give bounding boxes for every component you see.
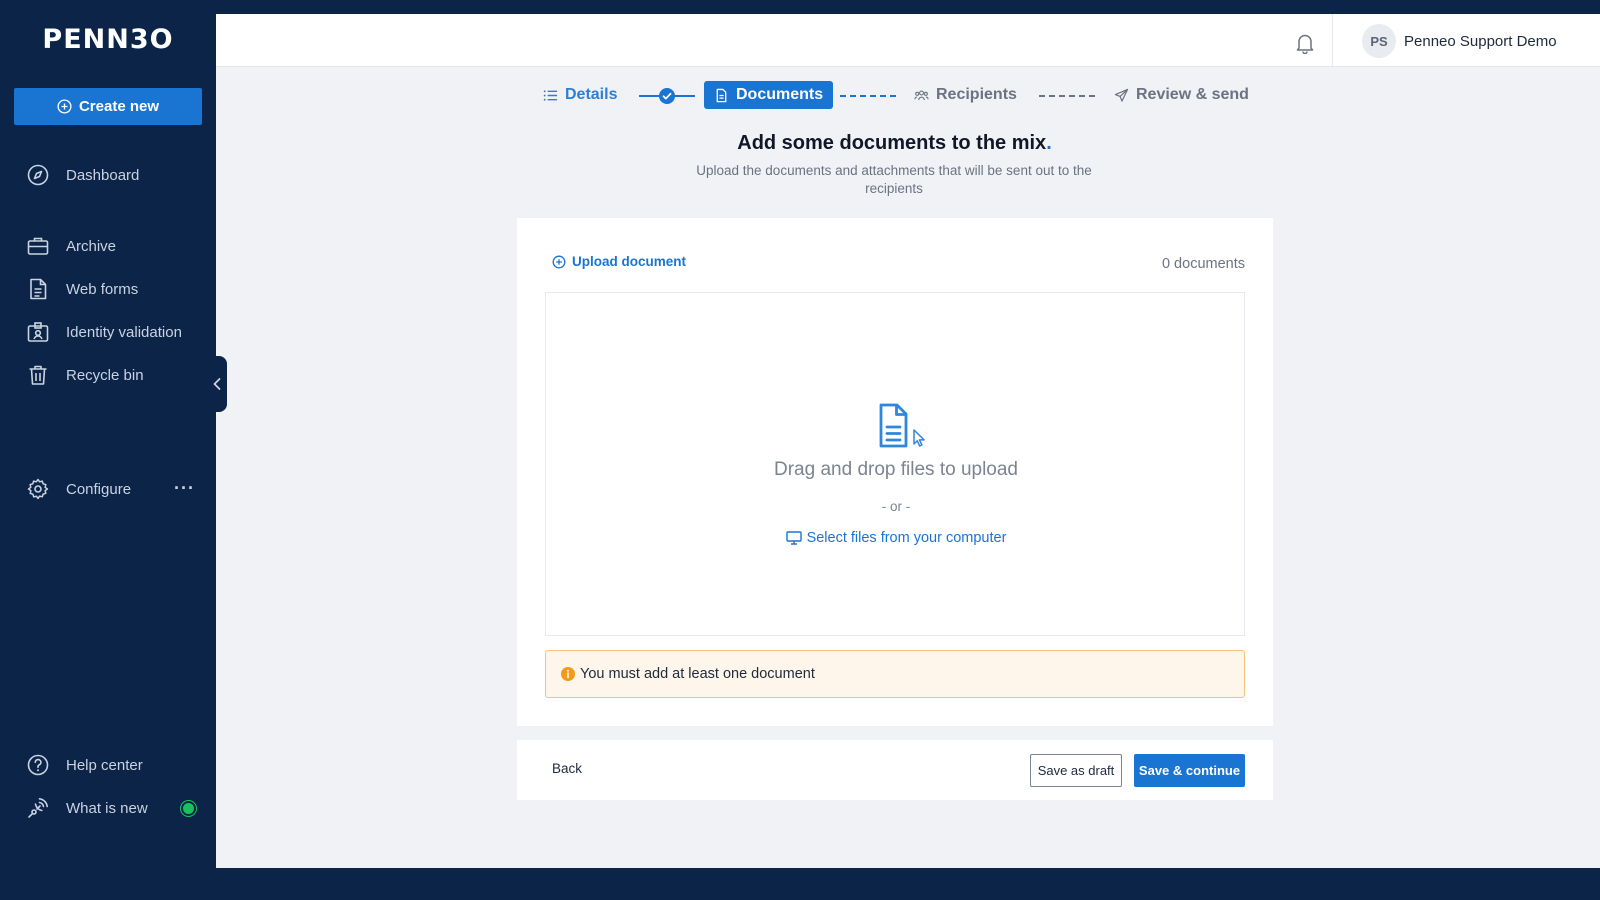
bell-icon[interactable] xyxy=(1295,32,1315,54)
avatar[interactable]: PS xyxy=(1362,24,1396,58)
document-icon xyxy=(30,278,47,300)
sidebar-item-configure[interactable]: Configure xyxy=(26,474,131,504)
step-label: Documents xyxy=(736,86,824,103)
page-title-text: Add some documents to the mix xyxy=(737,132,1047,154)
sidebar-item-archive[interactable]: Archive xyxy=(26,231,116,261)
sidebar-item-label: Archive xyxy=(66,237,117,255)
id-badge-icon xyxy=(27,322,49,342)
stepper: Details Documents Recipients Review & se… xyxy=(216,81,1600,111)
step-connector-pending xyxy=(1039,95,1095,97)
topbar-divider xyxy=(1332,14,1333,67)
select-files-label: Select files from your computer xyxy=(806,530,1007,546)
file-upload-icon xyxy=(879,403,925,448)
step-details[interactable]: Details xyxy=(543,81,617,109)
save-and-continue-button[interactable]: Save & continue xyxy=(1134,754,1245,787)
save-as-draft-button[interactable]: Save as draft xyxy=(1030,754,1122,787)
plus-circle-icon xyxy=(57,99,72,114)
sidebar: PENN3O Create new Dashboard Archive Web … xyxy=(0,0,216,900)
help-circle-icon xyxy=(27,754,49,776)
gear-icon xyxy=(27,478,49,500)
sidebar-item-label: Web forms xyxy=(66,280,139,298)
send-icon xyxy=(1114,88,1129,102)
actions-bar: Back Save as draft Save & continue xyxy=(517,740,1273,800)
document-count: 0 documents xyxy=(1161,256,1245,272)
sidebar-item-label: Recycle bin xyxy=(66,366,144,384)
new-status-dot xyxy=(181,801,196,816)
step-review-send[interactable]: Review & send xyxy=(1114,81,1249,109)
user-name[interactable]: Penneo Support Demo xyxy=(1404,33,1557,50)
step-label: Recipients xyxy=(936,86,1017,103)
warning-text: You must add at least one document xyxy=(580,666,815,682)
step-documents[interactable]: Documents xyxy=(704,81,834,109)
step-recipients[interactable]: Recipients xyxy=(914,81,1017,109)
sidebar-item-label: Identity validation xyxy=(66,323,182,341)
select-files-link[interactable]: Select files from your computer xyxy=(546,530,1246,546)
check-icon xyxy=(659,88,675,104)
document-icon xyxy=(716,88,727,102)
dropzone-instruction: Drag and drop files to upload xyxy=(774,459,1018,480)
sidebar-item-identity-validation[interactable]: Identity validation xyxy=(26,317,182,347)
sidebar-item-web-forms[interactable]: Web forms xyxy=(26,274,138,304)
sidebar-item-label: Dashboard xyxy=(66,166,140,184)
page-title: Add some documents to the mix. xyxy=(216,132,1573,155)
penneo-logo[interactable]: PENN3O xyxy=(0,24,216,55)
sidebar-item-dashboard[interactable]: Dashboard xyxy=(26,160,139,190)
step-label: Details xyxy=(565,86,618,103)
sidebar-item-help-center[interactable]: Help center xyxy=(26,750,143,780)
step-label: Review & send xyxy=(1136,86,1249,103)
sidebar-item-label: Help center xyxy=(66,756,143,774)
briefcase-icon xyxy=(27,237,49,255)
collapse-sidebar-button[interactable] xyxy=(207,356,227,412)
file-dropzone[interactable]: Drag and drop files to upload - or - Sel… xyxy=(545,292,1245,636)
users-icon xyxy=(914,90,929,100)
dropzone-or: - or - xyxy=(881,499,911,514)
page-subtitle: Upload the documents and attachments tha… xyxy=(696,163,1092,196)
page-title-dot: . xyxy=(1046,132,1052,154)
create-new-button[interactable]: Create new xyxy=(14,88,202,125)
compass-icon xyxy=(27,164,49,186)
broadcast-icon xyxy=(28,798,48,818)
main-content: PS Penneo Support Demo Details Documents… xyxy=(216,14,1600,868)
configure-more-button[interactable]: ··· xyxy=(174,478,195,499)
upload-document-link[interactable]: Upload document xyxy=(552,254,686,269)
sidebar-item-recycle-bin[interactable]: Recycle bin xyxy=(26,360,144,390)
documents-card: Upload document 0 documents Drag and dro… xyxy=(517,218,1273,726)
monitor-icon xyxy=(785,531,802,545)
info-icon xyxy=(561,667,575,681)
top-bar: PS Penneo Support Demo xyxy=(216,14,1600,67)
trash-icon xyxy=(29,365,47,385)
step-connector-pending xyxy=(840,95,896,97)
sidebar-item-label: Configure xyxy=(66,480,132,498)
chevron-left-icon xyxy=(213,378,221,390)
list-icon xyxy=(543,89,558,101)
upload-document-label: Upload document xyxy=(572,254,686,269)
back-button[interactable]: Back xyxy=(552,761,582,776)
sidebar-item-label: What is new xyxy=(66,799,148,817)
warning-alert: You must add at least one document xyxy=(545,650,1245,698)
plus-circle-icon xyxy=(552,255,566,268)
sidebar-item-what-is-new[interactable]: What is new xyxy=(26,793,148,823)
create-new-label: Create new xyxy=(78,98,160,115)
